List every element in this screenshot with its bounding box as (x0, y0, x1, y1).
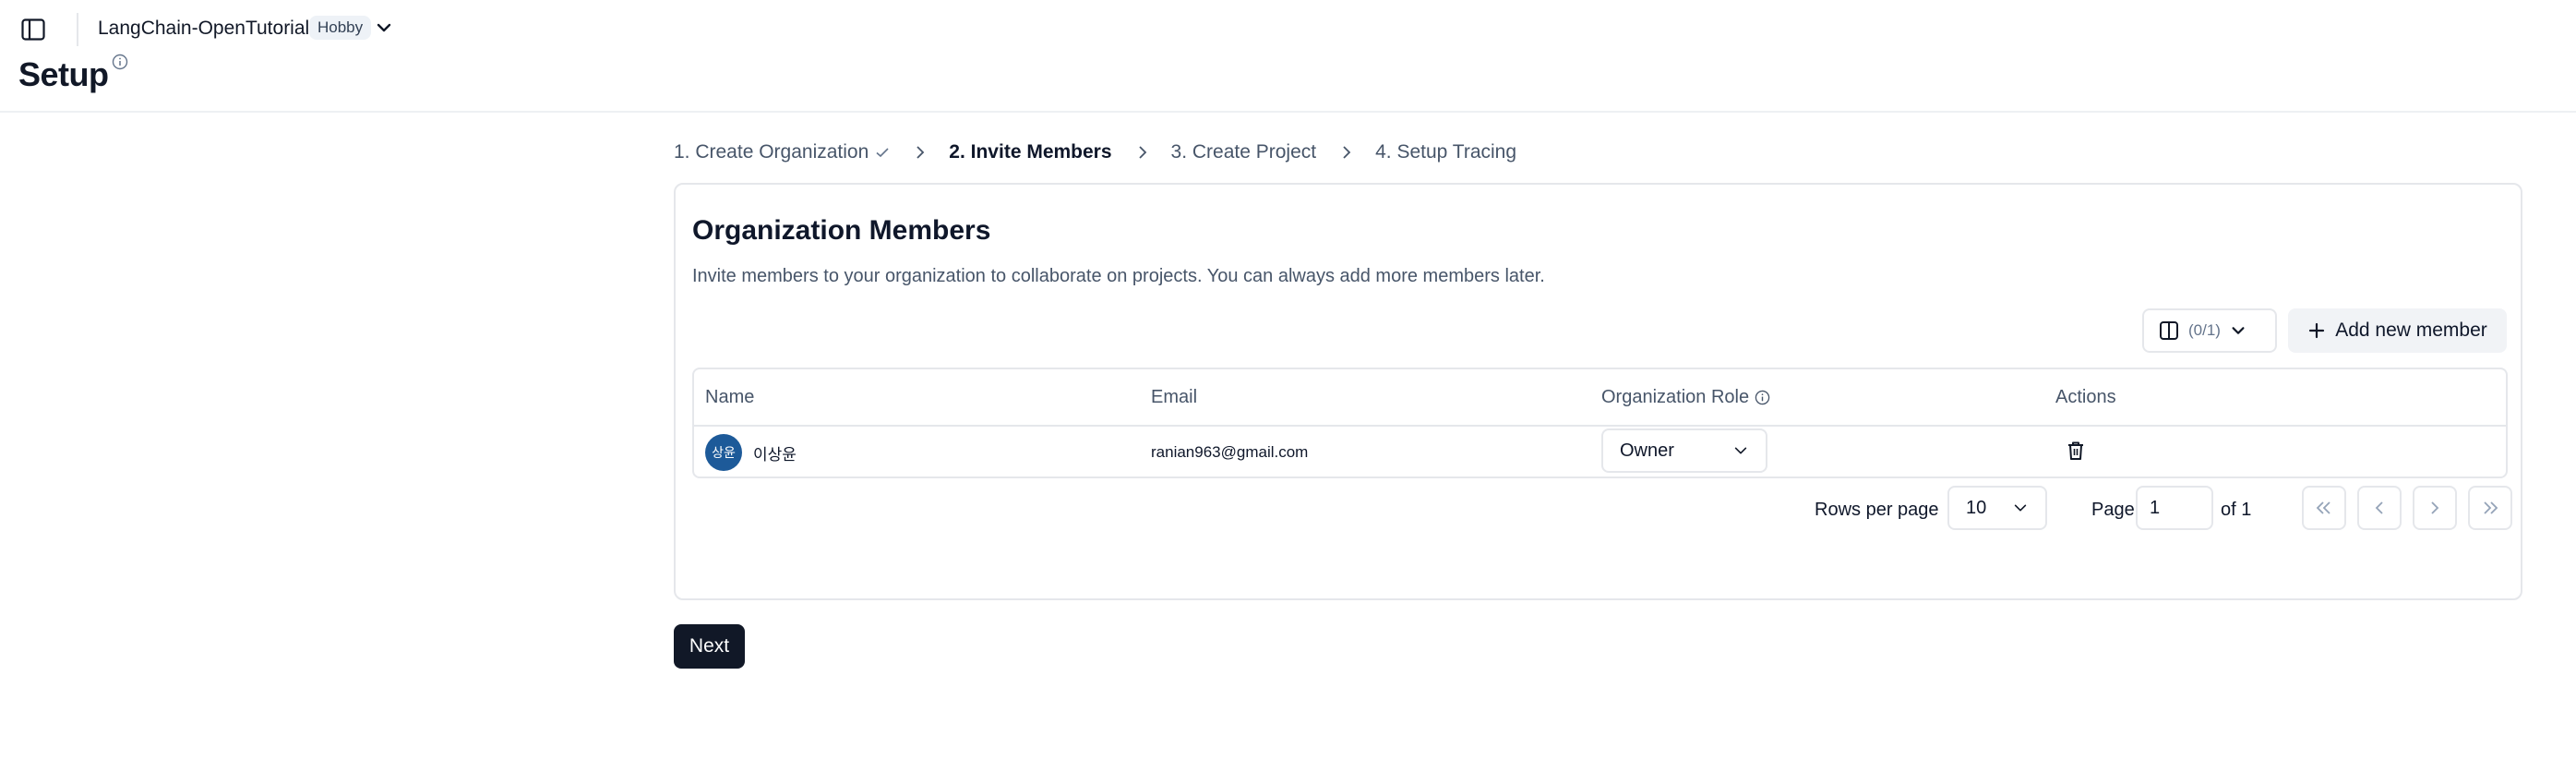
chevron-right-icon (1343, 146, 1351, 159)
first-page-button[interactable] (2302, 486, 2346, 530)
setup-stepper: 1. Create Organization 2. Invite Members… (674, 141, 1516, 163)
members-table: Name Email Organization Role Actions 상윤 … (692, 368, 2508, 478)
column-header-role: Organization Role (1601, 387, 1770, 408)
step-label: 1. Create Organization (674, 141, 869, 163)
chevron-right-icon (1138, 146, 1146, 159)
info-icon[interactable] (112, 54, 128, 70)
chevron-right-icon (2431, 501, 2439, 514)
member-name: 이상윤 (753, 446, 797, 464)
table-row: 상윤 이상윤 ranian963@gmail.com Owner (694, 425, 2506, 478)
step-setup-tracing[interactable]: 4. Setup Tracing (1375, 141, 1516, 163)
columns-icon (2160, 321, 2178, 340)
sidebar-panel-icon (21, 18, 45, 41)
column-header-email: Email (1151, 387, 1198, 407)
column-header-actions: Actions (2055, 387, 2116, 407)
column-visibility-button[interactable]: (0/1) (2142, 308, 2277, 353)
pagination: Rows per page 10 Page of 1 (676, 486, 2521, 532)
page-label: Page (2091, 500, 2135, 520)
project-name[interactable]: LangChain-OpenTutorial (98, 18, 309, 40)
organization-members-card: Organization Members Invite members to y… (674, 183, 2522, 600)
top-bar: LangChain-OpenTutorial Hobby Setup (0, 0, 2576, 113)
page-total-label: of 1 (2221, 500, 2252, 520)
chevron-left-icon (2375, 501, 2383, 514)
card-title: Organization Members (692, 215, 991, 246)
chevron-down-icon[interactable] (375, 18, 393, 37)
next-page-button[interactable] (2413, 486, 2457, 530)
card-description: Invite members to your organization to c… (692, 266, 1545, 286)
chevron-down-icon (2014, 504, 2027, 512)
role-header-label: Organization Role (1601, 387, 1750, 407)
role-value: Owner (1620, 440, 1674, 461)
chevron-down-icon (1734, 447, 1747, 454)
info-icon[interactable] (1755, 390, 1770, 405)
last-page-button[interactable] (2468, 486, 2512, 530)
page-title: Setup (18, 55, 109, 93)
plus-icon (2309, 322, 2325, 339)
add-member-label: Add new member (2335, 320, 2487, 341)
step-invite-members[interactable]: 2. Invite Members (949, 141, 1111, 163)
previous-page-button[interactable] (2357, 486, 2402, 530)
rows-per-page-label: Rows per page (1815, 500, 1939, 520)
member-email: ranian963@gmail.com (1151, 443, 1309, 461)
avatar: 상윤 (705, 434, 742, 471)
column-header-name: Name (705, 387, 755, 407)
page-number-input[interactable] (2136, 486, 2213, 530)
step-create-project[interactable]: 3. Create Project (1171, 141, 1317, 163)
header-divider (77, 13, 78, 46)
rows-per-page-select[interactable]: 10 (1947, 486, 2047, 530)
chevron-down-icon (2232, 327, 2245, 334)
sidebar-toggle-button[interactable] (19, 17, 47, 42)
step-create-organization[interactable]: 1. Create Organization (674, 141, 890, 163)
plan-badge: Hobby (309, 16, 372, 40)
column-count: (0/1) (2188, 321, 2221, 339)
trash-icon[interactable] (2067, 440, 2085, 461)
next-button[interactable]: Next (674, 624, 745, 669)
role-select[interactable]: Owner (1601, 428, 1767, 473)
chevrons-right-icon (2484, 501, 2498, 514)
add-new-member-button[interactable]: Add new member (2288, 308, 2507, 353)
table-header: Name Email Organization Role Actions (694, 369, 2506, 427)
rows-per-page-value: 10 (1966, 497, 1987, 518)
check-icon (876, 148, 889, 158)
chevrons-left-icon (2316, 501, 2330, 514)
chevron-right-icon (917, 146, 925, 159)
